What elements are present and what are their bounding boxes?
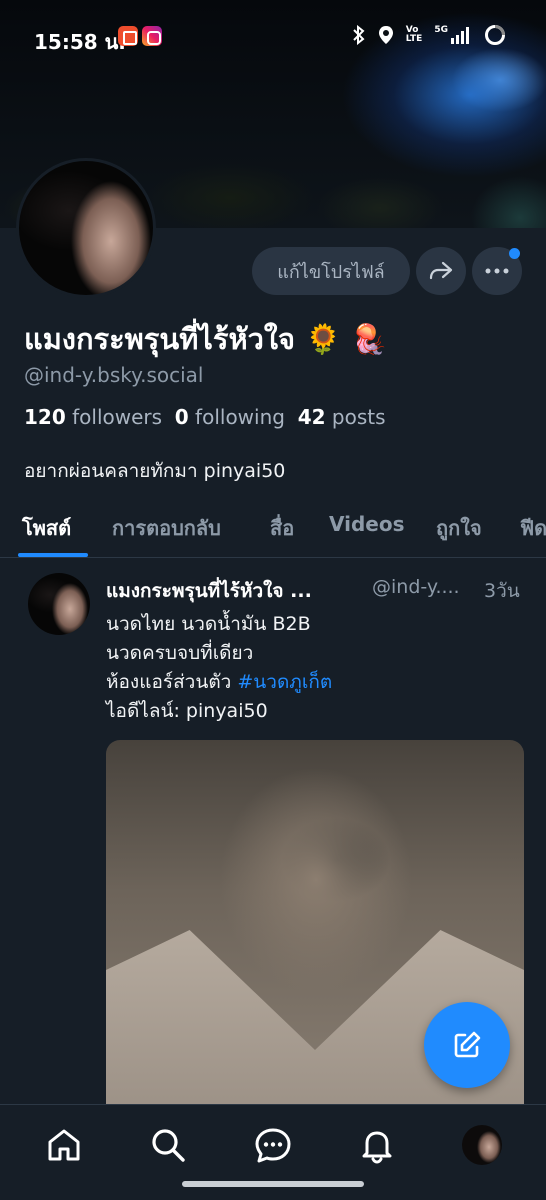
compose-icon [454,1031,481,1058]
profile-bio: อยากผ่อนคลายทักมา pinyai50 [24,460,286,482]
notification-dot [509,248,520,259]
tab-media[interactable]: สื่อ [270,512,294,544]
post-author-name[interactable]: แมงกระพรุนที่ไร้หัวใจ ... [106,576,312,606]
share-icon [429,261,453,280]
search-icon [152,1129,185,1162]
posts-count: 42 posts [297,405,386,429]
more-icon [485,268,509,274]
bluetooth-icon [353,25,365,45]
nav-chat[interactable] [253,1125,293,1165]
nav-search[interactable] [148,1125,188,1165]
post-author-handle[interactable]: @ind-y.... [372,576,460,598]
post-line: นวดครบจบที่เดียว [106,642,254,664]
battery-icon [485,25,505,45]
post-line: ห้องแอร์ส่วนตัว #นวดภูเก็ต [106,671,333,693]
chat-icon [255,1128,291,1163]
profile-avatar-small [462,1125,502,1165]
tab-likes[interactable]: ถูกใจ [436,512,482,544]
profile-avatar[interactable] [16,158,156,298]
display-name: แมงกระพรุนที่ไร้หัวใจ 🌻 🪼 [24,322,388,356]
following-link[interactable]: 0 following [175,405,285,429]
tab-replies[interactable]: การตอบกลับ [112,512,221,544]
tab-feeds[interactable]: ฟีด [520,512,546,544]
post-timestamp: 3วัน [484,580,520,602]
status-time: 15:58 น. [34,30,126,54]
nav-notifications[interactable] [357,1125,397,1165]
compose-button[interactable] [424,1002,510,1088]
edit-profile-button[interactable]: แก้ไขโปรไฟล์ [252,247,410,295]
profile-stats: 120 followers 0 following 42 posts [24,405,386,429]
hashtag-link[interactable]: #นวดภูเก็ต [237,671,332,693]
status-bar: 15:58 น. Vo LTE 5G [0,0,546,72]
nav-home[interactable] [44,1125,84,1165]
post-line: ไอดีไลน์: pinyai50 [106,700,268,722]
signal-icon: 5G [434,26,472,44]
tab-videos[interactable]: Videos [329,512,405,536]
tab-posts[interactable]: โพสต์ [22,512,71,544]
share-button[interactable] [416,247,466,295]
instagram-icon [142,26,162,46]
home-indicator[interactable] [182,1181,364,1187]
post-line: นวดไทย นวดน้ำมัน B2B [106,613,311,635]
post-text: นวดไทย นวดน้ำมัน B2B นวดครบจบที่เดียว ห้… [106,610,332,726]
profile-tabs: โพสต์ การตอบกลับ สื่อ Videos ถูกใจ ฟีด [0,500,546,558]
profile-handle: @ind-y.bsky.social [24,363,204,387]
location-icon [378,26,393,44]
home-icon [48,1129,80,1161]
volte-indicator: Vo LTE [405,25,423,44]
post-author-avatar[interactable] [28,573,90,635]
shopee-icon [118,26,138,46]
more-options-button[interactable] [472,247,522,295]
system-icons: Vo LTE 5G [352,24,506,46]
nav-profile[interactable] [462,1125,502,1165]
notifications-icon [362,1131,392,1164]
followers-link[interactable]: 120 followers [24,405,162,429]
active-tab-indicator [18,553,88,557]
